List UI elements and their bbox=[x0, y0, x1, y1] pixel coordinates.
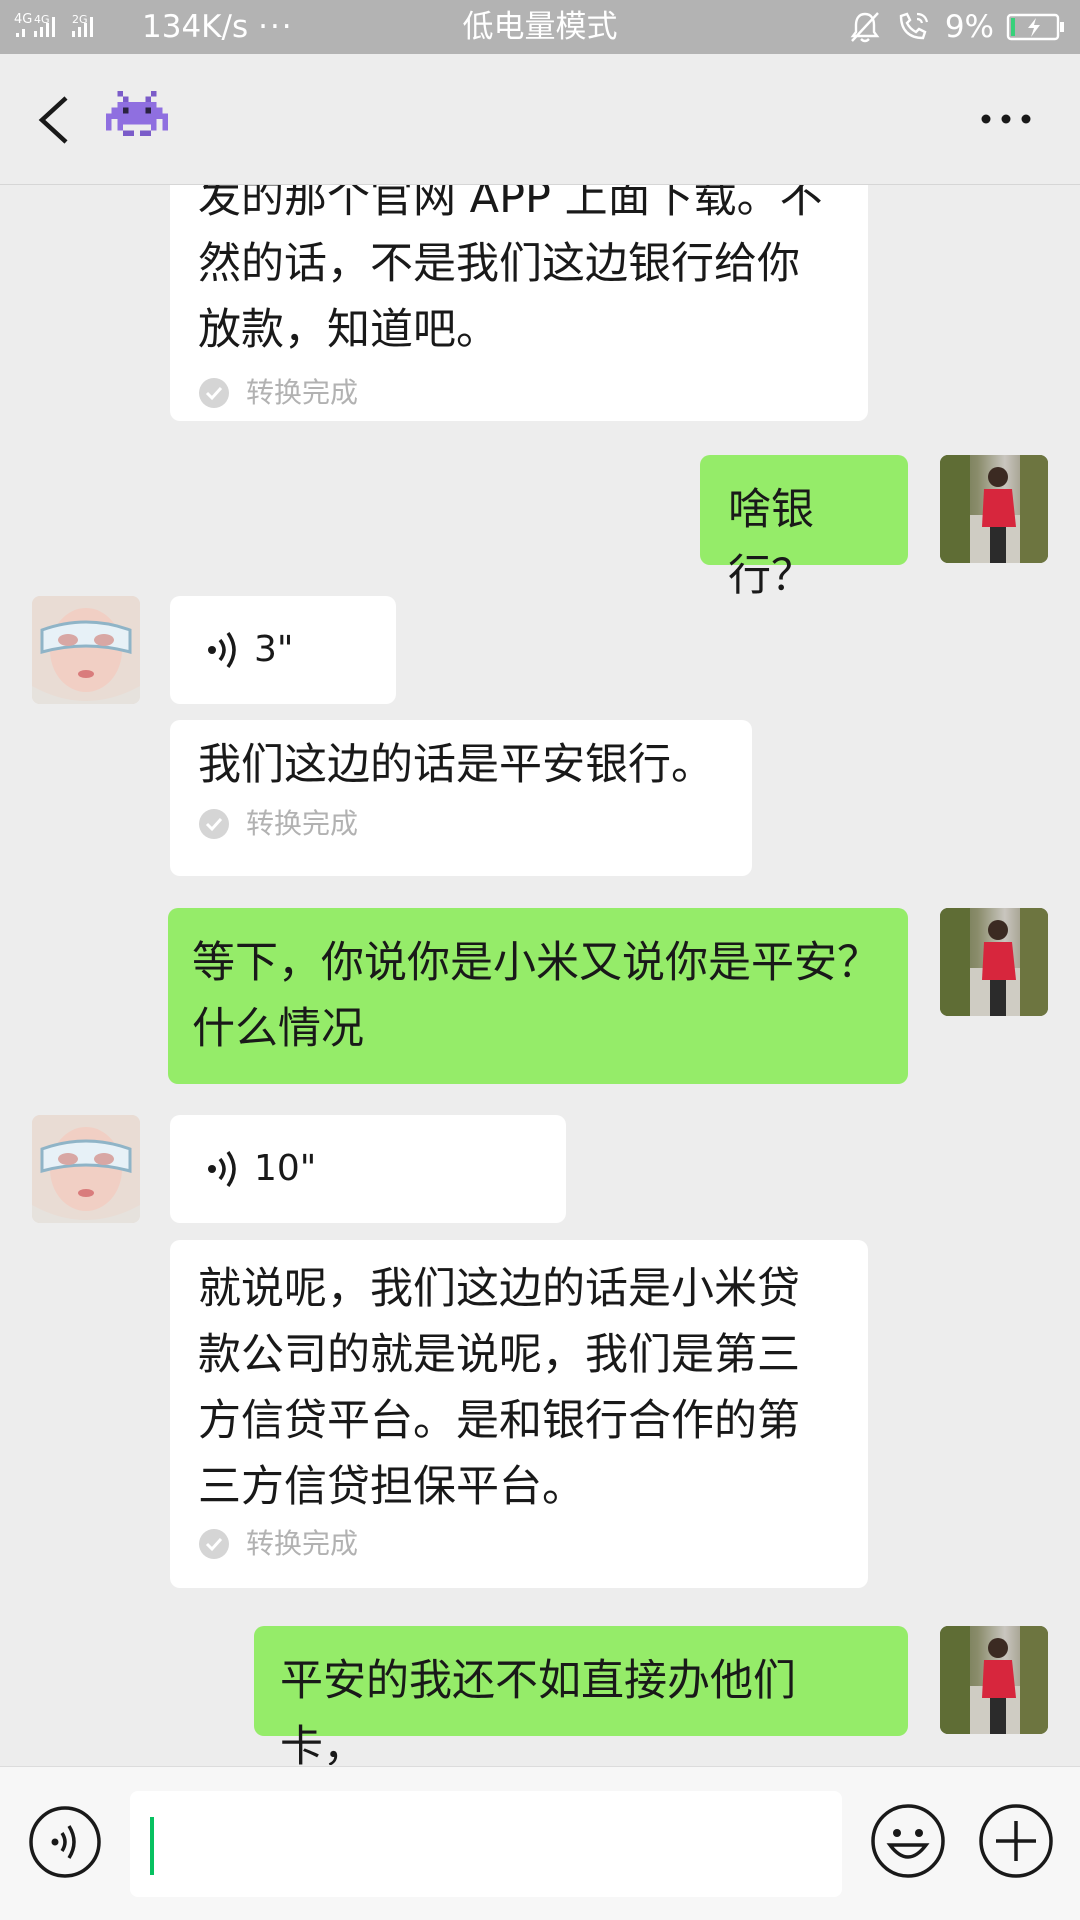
voice-input-toggle-icon[interactable] bbox=[28, 1805, 102, 1879]
battery-percent: 9% bbox=[944, 9, 994, 45]
bell-off-icon bbox=[850, 12, 880, 43]
conversion-status-label: 转换完成 bbox=[246, 1527, 359, 1560]
message-bubble-sent[interactable]: 平安的我还不如直接办他们卡， bbox=[254, 1626, 908, 1765]
pixel-alien-avatar[interactable] bbox=[106, 90, 168, 148]
plus-circle-icon[interactable] bbox=[978, 1803, 1054, 1879]
battery-charging-icon bbox=[1006, 13, 1064, 41]
chevron-left-icon[interactable] bbox=[32, 94, 76, 146]
wifi-call-icon bbox=[899, 12, 928, 40]
check-circle-icon bbox=[199, 809, 229, 839]
message-line: 方信贷平台。是和银行合作的第 bbox=[198, 1396, 800, 1446]
voice-message[interactable]: 3" bbox=[170, 596, 396, 704]
avatar-photo bbox=[940, 455, 1048, 563]
message-text: 发的那个官网 APP 上面下载。不 然的话，不是我们这边银行给你 放款，知道吧。 bbox=[170, 185, 868, 363]
avatar-photo bbox=[32, 1115, 140, 1223]
voice-message[interactable]: 10" bbox=[170, 1115, 566, 1223]
message-text: 等下，你说你是小米又说你是平安？ 什么情况 bbox=[168, 908, 908, 1062]
message-bubble-sent[interactable]: 啥银行？ bbox=[700, 455, 908, 601]
message-line: 就说呢，我们这边的话是小米贷 bbox=[198, 1264, 800, 1314]
voice-duration: 10" bbox=[254, 1148, 317, 1189]
voice-content: 10" bbox=[170, 1115, 566, 1223]
message-line: 发的那个官网 APP 上面下载。不 bbox=[198, 185, 823, 223]
message-line: 等下，你说你是小米又说你是平安？ bbox=[192, 938, 880, 988]
message-text: 啥银行？ bbox=[728, 485, 814, 601]
avatar-photo bbox=[940, 1626, 1048, 1734]
chat-header bbox=[0, 54, 1080, 185]
contact-avatar[interactable] bbox=[32, 596, 140, 704]
input-bar bbox=[0, 1766, 1080, 1920]
voice-duration: 3" bbox=[254, 629, 294, 670]
conversion-status: 转换完成 bbox=[198, 1524, 868, 1564]
message-bubble-sent[interactable]: 等下，你说你是小米又说你是平安？ 什么情况 bbox=[168, 908, 908, 1084]
voice-content: 3" bbox=[170, 596, 396, 704]
check-circle-icon bbox=[199, 1529, 229, 1559]
check-circle-icon bbox=[199, 378, 229, 408]
my-avatar[interactable] bbox=[940, 908, 1048, 1016]
conversion-status-label: 转换完成 bbox=[246, 807, 359, 840]
more-dots-icon[interactable] bbox=[978, 104, 1034, 134]
contact-avatar[interactable] bbox=[32, 1115, 140, 1223]
message-line: 然的话，不是我们这边银行给你 bbox=[198, 239, 800, 289]
message-text: 就说呢，我们这边的话是小米贷 款公司的就是说呢，我们是第三 方信贷平台。是和银行… bbox=[170, 1240, 868, 1520]
message-text: 我们这边的话是平安银行。 bbox=[170, 720, 752, 798]
status-right: 9% bbox=[835, 8, 1066, 46]
avatar-photo bbox=[32, 596, 140, 704]
text-cursor bbox=[150, 1817, 154, 1875]
voice-wave-icon bbox=[208, 631, 236, 669]
status-bar: 4G 4G 2G 134K/s ··· 低电量模式 9% bbox=[0, 0, 1080, 54]
avatar-photo bbox=[940, 908, 1048, 1016]
voice-wave-icon bbox=[208, 1150, 236, 1188]
message-list[interactable]: 发的那个官网 APP 上面下载。不 然的话，不是我们这边银行给你 放款，知道吧。… bbox=[0, 185, 1080, 1765]
battery-level-fill bbox=[1011, 18, 1015, 36]
conversion-status: 转换完成 bbox=[198, 804, 752, 844]
my-avatar[interactable] bbox=[940, 1626, 1048, 1734]
my-avatar[interactable] bbox=[940, 455, 1048, 563]
conversion-status-label: 转换完成 bbox=[246, 376, 359, 409]
message-input[interactable] bbox=[130, 1791, 842, 1897]
message-bubble-received[interactable]: 就说呢，我们这边的话是小米贷 款公司的就是说呢，我们是第三 方信贷平台。是和银行… bbox=[170, 1240, 868, 1588]
message-bubble-received[interactable]: 发的那个官网 APP 上面下载。不 然的话，不是我们这边银行给你 放款，知道吧。… bbox=[170, 185, 868, 421]
message-line: 我们这边的话是平安银行。 bbox=[198, 740, 714, 790]
message-line: 放款，知道吧。 bbox=[198, 305, 499, 355]
message-line: 款公司的就是说呢，我们是第三 bbox=[198, 1330, 800, 1380]
smiley-icon[interactable] bbox=[870, 1803, 946, 1879]
chat-screen: 4G 4G 2G 134K/s ··· 低电量模式 9% 发的那个官网 APP … bbox=[0, 0, 1080, 1920]
message-text: 平安的我还不如直接办他们卡， bbox=[280, 1656, 796, 1765]
message-bubble-received[interactable]: 我们这边的话是平安银行。 转换完成 bbox=[170, 720, 752, 876]
conversion-status: 转换完成 bbox=[198, 373, 868, 413]
message-line: 什么情况 bbox=[192, 1004, 364, 1054]
